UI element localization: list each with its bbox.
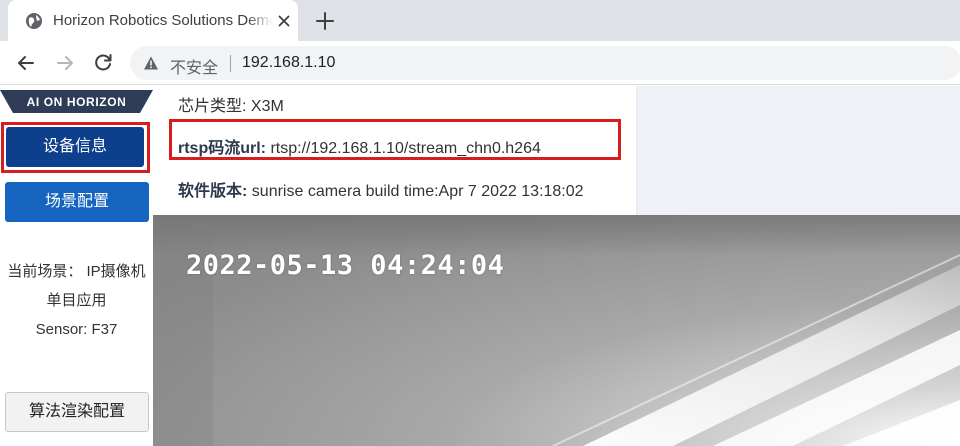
software-version-value: sunrise camera build time:Apr 7 2022 13:… — [251, 183, 584, 200]
rtsp-url-label: rtsp码流url: — [178, 140, 267, 157]
address-bar[interactable]: 不安全 192.168.1.10 — [130, 46, 960, 80]
sensor-label: Sensor: F37 — [35, 321, 118, 338]
rtsp-url-row: rtsp码流url: rtsp://192.168.1.10/stream_ch… — [178, 134, 541, 158]
video-timestamp: 2022-05-13 04:24:04 — [186, 250, 505, 281]
software-version-label: 软件版本: — [178, 183, 248, 200]
render-config-button[interactable]: 算法渲染配置 — [5, 392, 149, 432]
rtsp-url-value[interactable]: rtsp://192.168.1.10/stream_chn0.h264 — [270, 140, 540, 157]
current-scene-label: 当前场景： IP摄像机 — [7, 263, 146, 280]
brand-logo: AI ON HORIZON — [0, 90, 153, 113]
video-stream[interactable]: 2022-05-13 04:24:04 — [153, 215, 960, 446]
scene-config-button[interactable]: 场景配置 — [5, 182, 149, 222]
device-info-button[interactable]: 设备信息 — [6, 127, 144, 167]
forward-arrow-icon[interactable] — [53, 51, 77, 75]
sidebar: AI ON HORIZON 设备信息 场景配置 当前场景： IP摄像机 单目应用… — [0, 86, 153, 446]
globe-icon — [26, 13, 42, 29]
warning-icon[interactable] — [143, 55, 159, 71]
reload-icon[interactable] — [91, 51, 115, 75]
info-panel-filler — [637, 86, 960, 215]
back-arrow-icon[interactable] — [14, 51, 38, 75]
plus-icon[interactable] — [314, 10, 336, 32]
chip-type-row: 芯片类型: X3M — [178, 92, 284, 116]
browser-tab[interactable]: Horizon Robotics Solutions Demo — [8, 0, 298, 41]
chip-type-value: X3M — [250, 98, 284, 115]
brand-text: AI ON HORIZON — [27, 95, 127, 109]
page-content: AI ON HORIZON 设备信息 场景配置 当前场景： IP摄像机 单目应用… — [0, 86, 960, 446]
device-info-panel: 芯片类型: X3M rtsp码流url: rtsp://192.168.1.10… — [153, 86, 637, 215]
close-icon[interactable] — [276, 13, 292, 29]
browser-toolbar: 不安全 192.168.1.10 — [0, 41, 960, 85]
software-version-row: 软件版本: sunrise camera build time:Apr 7 20… — [178, 177, 584, 201]
scene-mode: 单目应用 — [46, 292, 107, 309]
url-text[interactable]: 192.168.1.10 — [242, 54, 335, 72]
omnibox-divider — [230, 55, 231, 72]
tab-title: Horizon Robotics Solutions Demo — [53, 12, 273, 29]
security-label[interactable]: 不安全 — [170, 54, 218, 78]
browser-tab-strip: Horizon Robotics Solutions Demo — [0, 0, 960, 41]
chip-type-label: 芯片类型: — [178, 98, 247, 115]
current-scene-info: 当前场景： IP摄像机 单目应用 Sensor: F37 — [0, 257, 153, 344]
